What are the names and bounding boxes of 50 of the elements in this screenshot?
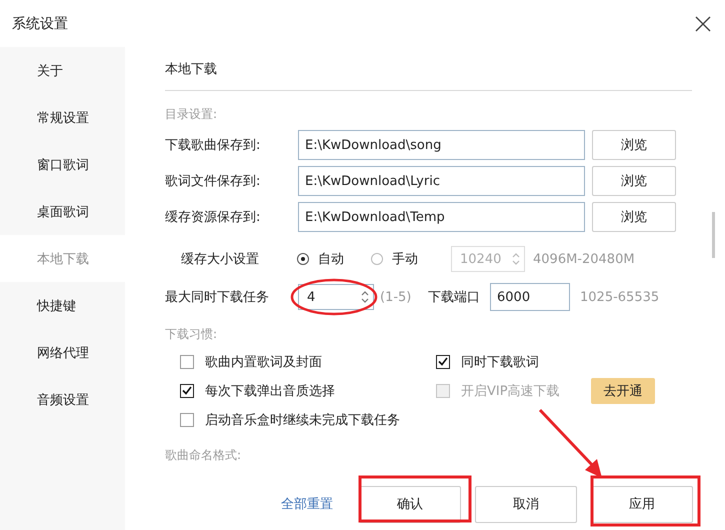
range-hint: (1-5) — [380, 290, 412, 304]
spin-arrows-icon[interactable] — [361, 290, 369, 304]
sidebar-item[interactable]: 快捷键 — [0, 282, 125, 329]
checkbox[interactable] — [180, 384, 194, 398]
section-heading: 目录设置: — [165, 106, 218, 123]
path-field[interactable]: E:\KwDownload\Lyric — [298, 166, 585, 196]
checkbox[interactable] — [180, 354, 194, 368]
field-label: 下载端口 — [428, 289, 481, 306]
radio-label: 自动 — [318, 251, 345, 268]
checkbox-label: 歌曲内置歌词及封面 — [205, 354, 322, 370]
section-heading: 下载习惯: — [165, 326, 218, 343]
number-field[interactable]: 4 — [298, 284, 374, 310]
sidebar-item[interactable]: 关于 — [0, 47, 125, 94]
sidebar-item[interactable]: 桌面歌词 — [0, 188, 125, 235]
footer-button[interactable]: 取消 — [475, 486, 577, 522]
scrollbar-thumb[interactable] — [712, 212, 715, 258]
field-label: 歌词文件保存到: — [165, 173, 262, 190]
port-field[interactable]: 6000 — [490, 283, 570, 311]
radio-label: 手动 — [392, 251, 419, 268]
path-field[interactable]: E:\KwDownload\Temp — [298, 202, 585, 232]
browse-button[interactable]: 浏览 — [592, 166, 676, 196]
range-hint: 4096M-20480M — [533, 252, 635, 266]
radio-button[interactable] — [297, 253, 309, 265]
range-hint: 1025-65535 — [580, 290, 660, 304]
checkbox-label: 启动音乐盒时继续未完成下载任务 — [205, 412, 400, 428]
checkbox[interactable] — [436, 354, 450, 368]
field-label: 下载歌曲保存到: — [165, 137, 262, 154]
path-field[interactable]: E:\KwDownload\song — [298, 130, 585, 160]
vip-button[interactable]: 去开通 — [591, 378, 655, 404]
sidebar-item[interactable]: 常规设置 — [0, 94, 125, 141]
sidebar-item[interactable]: 音频设置 — [0, 376, 125, 423]
radio-button[interactable] — [371, 253, 383, 265]
checkbox[interactable] — [180, 412, 194, 426]
close-icon[interactable] — [695, 16, 711, 32]
sidebar-item[interactable]: 网络代理 — [0, 329, 125, 376]
field-label: 缓存大小设置 — [181, 251, 260, 268]
checkbox-label: 开启VIP高速下载 — [461, 382, 560, 400]
sidebar-item[interactable]: 窗口歌词 — [0, 141, 125, 188]
field-label: 缓存资源保存到: — [165, 209, 262, 226]
window-title: 系统设置 — [12, 14, 68, 32]
checkbox-label: 同时下载歌词 — [461, 354, 539, 370]
field-label: 最大同时下载任务 — [165, 289, 270, 306]
browse-button[interactable]: 浏览 — [592, 130, 676, 160]
footer-button[interactable]: 应用 — [591, 486, 693, 522]
page-title: 本地下载 — [165, 60, 217, 78]
annotation-arrow — [538, 408, 602, 478]
checkbox-label: 每次下载弹出音质选择 — [205, 382, 335, 400]
section-heading: 歌曲命名格式: — [165, 447, 242, 464]
reset-link[interactable]: 全部重置 — [281, 495, 333, 513]
browse-button[interactable]: 浏览 — [592, 202, 676, 232]
